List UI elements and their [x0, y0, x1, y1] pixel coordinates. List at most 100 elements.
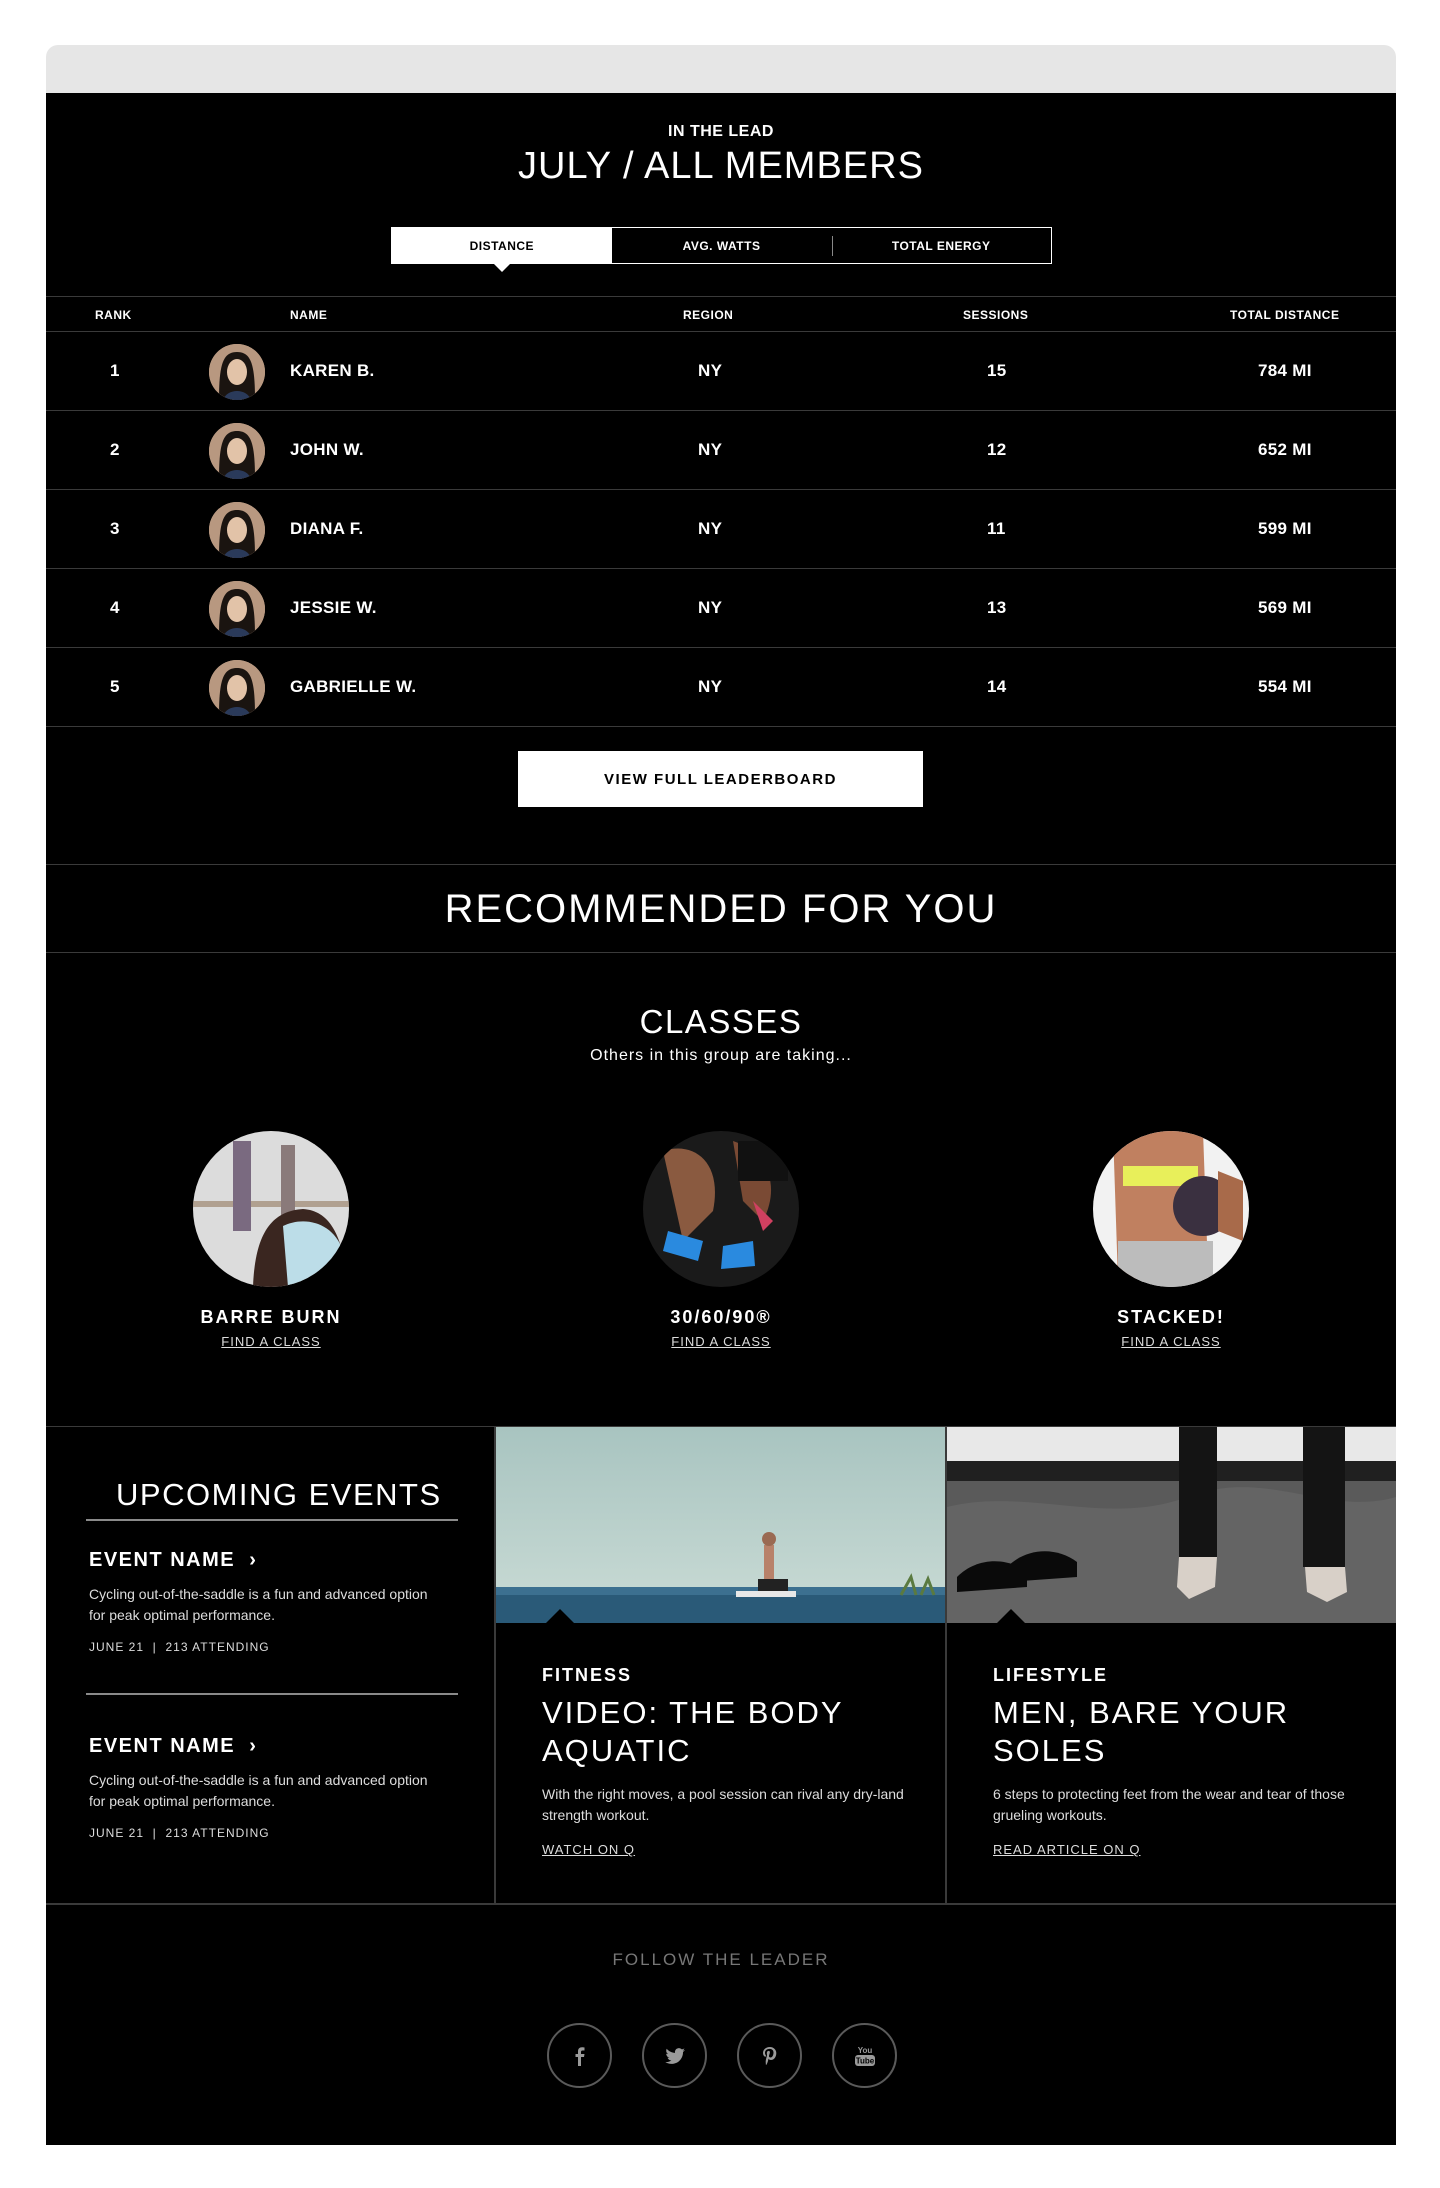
row-sessions: 11: [987, 519, 1006, 538]
twitter-icon: [664, 2047, 685, 2064]
browser-chrome-bar: [46, 45, 1396, 93]
avatar: [209, 344, 265, 400]
find-a-class-link[interactable]: FIND A CLASS: [671, 1334, 770, 1349]
row-name: KAREN B.: [290, 361, 375, 380]
chevron-right-icon: ›: [249, 1549, 258, 1571]
row-total: 569 MI: [1258, 598, 1312, 617]
row-rank: 4: [110, 598, 120, 617]
classes-title: CLASSES: [639, 1003, 803, 1040]
row-region: NY: [698, 361, 723, 380]
row-sessions: 15: [987, 361, 1007, 380]
find-a-class-link[interactable]: FIND A CLASS: [221, 1334, 320, 1349]
pinterest-button[interactable]: [737, 2023, 802, 2088]
leaderboard-row[interactable]: 5 GABRIELLE W. NY 14 554 MI: [46, 648, 1396, 727]
article-photo-pool[interactable]: [496, 1427, 945, 1623]
event-meta: JUNE 21 | 213 ATTENDING: [89, 1826, 270, 1840]
leaderboard-column-headers: RANK NAME REGION SESSIONS TOTAL DISTANCE: [46, 296, 1396, 332]
watch-on-q-link[interactable]: WATCH ON Q: [542, 1842, 635, 1857]
article-description: With the right moves, a pool session can…: [542, 1786, 904, 1823]
facebook-button[interactable]: [547, 2023, 612, 2088]
col-region-header: REGION: [683, 308, 734, 322]
tab-divider: [832, 236, 833, 256]
class-name: BARRE BURN: [200, 1307, 342, 1327]
event-name: EVENT NAME: [89, 1735, 236, 1757]
row-total: 652 MI: [1258, 440, 1312, 459]
event-item: EVENT NAME › Cycling out-of-the-saddle i…: [89, 1735, 439, 1840]
find-a-class-link[interactable]: FIND A CLASS: [1121, 1334, 1220, 1349]
event-description: Cycling out-of-the-saddle is a fun and a…: [89, 1772, 428, 1809]
page-panel: IN THE LEAD JULY / ALL MEMBERS DISTANCE …: [46, 93, 1396, 2145]
footer-divider: [46, 1903, 1396, 1905]
tab-total-energy[interactable]: TOTAL ENERGY: [831, 228, 1051, 263]
svg-text:You: You: [857, 2046, 872, 2055]
class-image-sprint[interactable]: [643, 1131, 799, 1287]
event-meta: JUNE 21 | 213 ATTENDING: [89, 1640, 270, 1654]
youtube-button[interactable]: You Tube: [832, 2023, 897, 2088]
row-region: NY: [698, 677, 723, 696]
row-name: GABRIELLE W.: [290, 677, 417, 696]
svg-text:Tube: Tube: [855, 2056, 874, 2065]
events-rule: [86, 1693, 458, 1695]
class-name: 30/60/90®: [670, 1307, 772, 1327]
tab-avg-watts[interactable]: AVG. WATTS: [612, 228, 832, 263]
classes-subtitle: Others in this group are taking...: [590, 1047, 852, 1064]
facebook-icon: [575, 2046, 584, 2066]
row-total: 784 MI: [1258, 361, 1312, 380]
view-full-leaderboard-button[interactable]: VIEW FULL LEADERBOARD: [518, 751, 923, 807]
recommended-heading: RECOMMENDED FOR YOU: [46, 864, 1396, 953]
twitter-button[interactable]: [642, 2023, 707, 2088]
avatar: [209, 502, 265, 558]
class-image-barre[interactable]: [193, 1131, 349, 1287]
article-title: MEN, BARE YOUR SOLES: [993, 1695, 1290, 1768]
row-rank: 3: [110, 519, 120, 538]
event-item: EVENT NAME › Cycling out-of-the-saddle i…: [89, 1549, 439, 1654]
avatar: [209, 423, 265, 479]
class-card-barre-burn: BARRE BURN FIND A CLASS: [121, 1131, 421, 1351]
row-sessions: 14: [987, 677, 1007, 696]
row-name: DIANA F.: [290, 519, 364, 538]
col-name-header: NAME: [290, 308, 328, 322]
leaderboard-eyebrow: IN THE LEAD: [668, 123, 774, 140]
event-description: Cycling out-of-the-saddle is a fun and a…: [89, 1586, 428, 1623]
article-category: FITNESS: [542, 1665, 633, 1685]
row-region: NY: [698, 440, 723, 459]
pinterest-icon: [762, 2046, 776, 2065]
leaderboard-tabs: DISTANCE AVG. WATTS TOTAL ENERGY: [391, 227, 1052, 272]
event-name: EVENT NAME: [89, 1549, 236, 1571]
youtube-icon: YouTube: [854, 2046, 875, 2066]
upcoming-events: UPCOMING EVENTS EVENT NAME › Cycling out…: [46, 1427, 494, 1903]
article-card-lifestyle: LIFESTYLE MEN, BARE YOUR SOLES 6 steps t…: [947, 1427, 1396, 1903]
class-image-stacked[interactable]: [1093, 1131, 1249, 1287]
photo-notch: [997, 1609, 1025, 1623]
row-region: NY: [698, 598, 723, 617]
leaderboard-row[interactable]: 3 DIANA F. NY 11 599 MI: [46, 490, 1396, 569]
event-name-link[interactable]: EVENT NAME ›: [89, 1549, 439, 1572]
row-rank: 1: [110, 361, 120, 380]
event-name-link[interactable]: EVENT NAME ›: [89, 1735, 439, 1758]
tab-distance[interactable]: DISTANCE: [392, 228, 612, 272]
leaderboard-row[interactable]: 4 JESSIE W. NY 13 569 MI: [46, 569, 1396, 648]
article-photo-feet[interactable]: [947, 1427, 1396, 1623]
row-name: JESSIE W.: [290, 598, 377, 617]
row-region: NY: [698, 519, 723, 538]
article-category: LIFESTYLE: [993, 1665, 1109, 1685]
leaderboard-row[interactable]: 2 JOHN W. NY 12 652 MI: [46, 411, 1396, 490]
class-card-30-60-90: 30/60/90® FIND A CLASS: [571, 1131, 871, 1351]
events-rule: [86, 1519, 458, 1521]
photo-notch: [546, 1609, 574, 1623]
events-title: UPCOMING EVENTS: [116, 1477, 442, 1512]
follow-the-leader-label: FOLLOW THE LEADER: [612, 1950, 830, 1969]
read-article-on-q-link[interactable]: READ ARTICLE ON Q: [993, 1842, 1141, 1857]
row-sessions: 13: [987, 598, 1007, 617]
leaderboard-title: JULY / ALL MEMBERS: [518, 145, 924, 187]
col-rank-header: RANK: [95, 308, 132, 322]
avatar: [209, 581, 265, 637]
row-total: 599 MI: [1258, 519, 1312, 538]
article-title: VIDEO: THE BODY AQUATIC: [542, 1695, 844, 1768]
row-name: JOHN W.: [290, 440, 364, 459]
leaderboard-row[interactable]: 1 KAREN B. NY 15 784 MI: [46, 332, 1396, 411]
chevron-right-icon: ›: [249, 1735, 258, 1757]
class-name: STACKED!: [1117, 1307, 1225, 1327]
article-description: 6 steps to protecting feet from the wear…: [993, 1786, 1345, 1823]
col-total-header: TOTAL DISTANCE: [1230, 308, 1340, 322]
